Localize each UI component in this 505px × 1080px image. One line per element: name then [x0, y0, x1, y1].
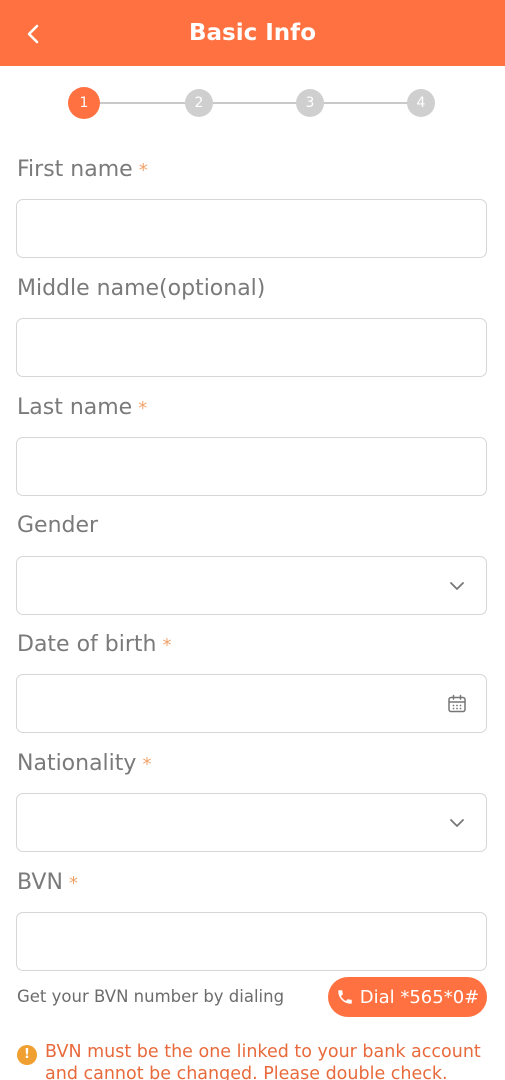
bvn-label: BVN * [17, 870, 78, 895]
warning-text: BVN must be the one linked to your bank … [45, 1042, 481, 1080]
required-mark: * [68, 873, 78, 894]
nationality-label: Nationality * [17, 751, 151, 776]
last-name-label: Last name * [17, 395, 147, 420]
calendar-icon [448, 694, 466, 713]
first-name-input[interactable] [16, 199, 487, 258]
required-mark: * [142, 754, 152, 775]
step-3: 3 [296, 89, 324, 117]
step-connector [98, 102, 188, 104]
back-button[interactable] [18, 19, 48, 49]
required-mark: * [138, 160, 148, 181]
step-1: 1 [68, 87, 100, 119]
nationality-select[interactable] [16, 793, 487, 852]
date-of-birth-input[interactable] [16, 674, 487, 733]
bvn-dial-hint: Get your BVN number by dialing [17, 987, 285, 1006]
first-name-label-text: First name [17, 157, 133, 182]
dial-bvn-button[interactable]: Dial *565*0# [328, 977, 487, 1017]
date-of-birth-label: Date of birth * [17, 632, 171, 657]
app-header: Basic Info [0, 0, 505, 66]
gender-label-text: Gender [17, 513, 99, 538]
step-connector [210, 102, 300, 104]
last-name-input[interactable] [16, 437, 487, 496]
date-of-birth-label-text: Date of birth [17, 632, 157, 657]
phone-icon [337, 990, 352, 1004]
progress-stepper: 1 2 3 4 [68, 87, 436, 119]
middle-name-label-text: Middle name(optional) [17, 276, 266, 301]
step-connector [321, 102, 411, 104]
last-name-label-text: Last name [17, 395, 133, 420]
step-2: 2 [185, 89, 213, 117]
chevron-left-icon [27, 24, 39, 44]
warning-icon: ! [17, 1045, 37, 1065]
middle-name-label: Middle name(optional) [17, 276, 265, 301]
step-4: 4 [407, 89, 435, 117]
chevron-down-icon [450, 819, 464, 827]
page-title: Basic Info [188, 20, 316, 46]
gender-label: Gender [17, 513, 98, 538]
dial-button-label: Dial *565*0# [359, 986, 480, 1008]
bvn-label-text: BVN [17, 870, 63, 895]
bvn-input[interactable] [16, 912, 487, 971]
bvn-warning: ! BVN must be the one linked to your ban… [17, 1041, 487, 1080]
required-mark: * [138, 398, 148, 419]
required-mark: * [162, 635, 172, 656]
middle-name-input[interactable] [16, 318, 487, 377]
nationality-label-text: Nationality [17, 751, 137, 776]
chevron-down-icon [450, 582, 464, 590]
gender-select[interactable] [16, 556, 487, 615]
first-name-label: First name * [17, 157, 148, 182]
